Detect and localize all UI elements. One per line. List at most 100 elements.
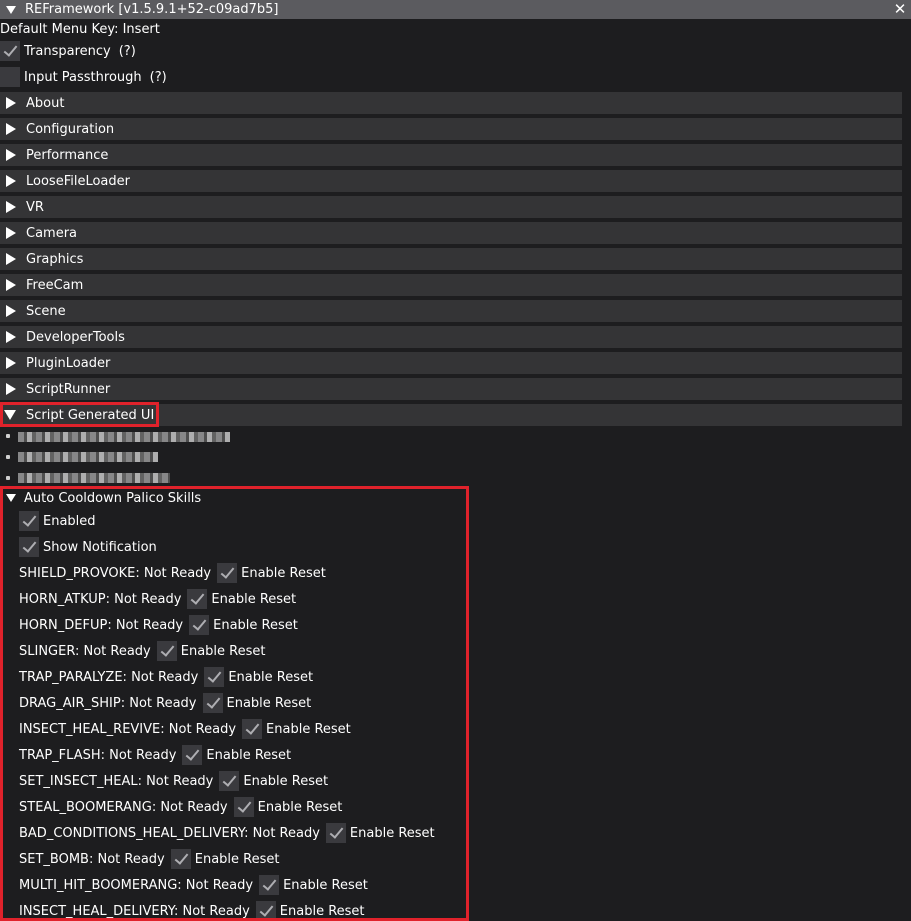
expand-arrow-icon [6, 123, 16, 135]
input-passthrough-help[interactable]: (?) [150, 70, 167, 85]
input-passthrough-checkbox[interactable] [0, 67, 20, 87]
obscured-script-item[interactable] [18, 432, 230, 442]
skill-row: HORN_DEFUP: Not Ready Enable Reset [19, 614, 298, 636]
section-freecam[interactable]: FreeCam [0, 274, 902, 296]
collapse-window-icon[interactable] [6, 5, 16, 14]
section-label: FreeCam [26, 277, 84, 293]
transparency-label: Transparency [24, 43, 111, 59]
skill-row: SET_BOMB: Not Ready Enable Reset [19, 848, 279, 870]
skill-row: INSECT_HEAL_DELIVERY: Not Ready Enable R… [19, 900, 365, 921]
section-label: Configuration [26, 121, 115, 137]
section-performance[interactable]: Performance [0, 144, 902, 166]
enable-reset-label: Enable Reset [283, 877, 368, 893]
section-script-generated-ui[interactable]: Script Generated UI [0, 404, 902, 426]
option-transparency[interactable]: Transparency (?) [0, 40, 136, 62]
section-scriptrunner[interactable]: ScriptRunner [0, 378, 902, 400]
palico-section-label: Auto Cooldown Palico Skills [24, 490, 202, 506]
enable-reset-checkbox[interactable] [217, 563, 238, 583]
section-loosefileloader[interactable]: LooseFileLoader [0, 170, 902, 192]
expand-arrow-icon [6, 331, 16, 343]
section-label: ScriptRunner [26, 381, 111, 397]
skill-row: TRAP_PARALYZE: Not Ready Enable Reset [19, 666, 313, 688]
show-notification-checkbox[interactable] [19, 537, 39, 557]
show-notification-label: Show Notification [43, 539, 157, 555]
enable-reset-label: Enable Reset [349, 825, 435, 841]
enable-reset-checkbox[interactable] [202, 693, 223, 713]
skill-status: HORN_DEFUP: Not Ready [19, 617, 184, 633]
section-graphics[interactable]: Graphics [0, 248, 902, 270]
transparency-help[interactable]: (?) [119, 44, 136, 59]
window-titlebar[interactable]: REFramework [v1.5.9.1+52-c09ad7b5] ✕ [0, 0, 911, 19]
section-label: Script Generated UI [26, 407, 155, 423]
enable-reset-checkbox[interactable] [156, 641, 177, 661]
obscured-script-item[interactable] [18, 452, 158, 462]
palico-show-notification-option[interactable]: Show Notification [19, 536, 157, 558]
expand-arrow-icon [6, 175, 16, 187]
enable-reset-checkbox[interactable] [170, 849, 191, 869]
skill-status: INSECT_HEAL_REVIVE: Not Ready [19, 721, 237, 737]
enable-reset-label: Enable Reset [266, 721, 351, 737]
skill-status: SET_BOMB: Not Ready [19, 851, 165, 867]
section-label: DeveloperTools [26, 329, 125, 345]
collapse-arrow-icon [4, 410, 16, 420]
skill-row: DRAG_AIR_SHIP: Not Ready Enable Reset [19, 692, 311, 714]
tree-bullet-icon [6, 434, 10, 438]
section-scene[interactable]: Scene [0, 300, 902, 322]
skill-row: BAD_CONDITIONS_HEAL_DELIVERY: Not Ready … [19, 822, 435, 844]
close-icon[interactable]: ✕ [893, 0, 907, 19]
expand-arrow-icon [6, 305, 16, 317]
enable-reset-checkbox[interactable] [242, 719, 263, 739]
enable-reset-label: Enable Reset [241, 565, 326, 581]
skill-status: SLINGER: Not Ready [19, 643, 151, 659]
enable-reset-checkbox[interactable] [187, 589, 208, 609]
skill-row: STEAL_BOOMERANG: Not Ready Enable Reset [19, 796, 342, 818]
palico-section-header[interactable]: Auto Cooldown Palico Skills [6, 488, 201, 508]
expand-arrow-icon [6, 227, 16, 239]
expand-arrow-icon [6, 97, 16, 109]
transparency-checkbox[interactable] [0, 41, 20, 61]
skill-status: SET_INSECT_HEAL: Not Ready [19, 773, 214, 789]
enable-reset-label: Enable Reset [257, 799, 343, 815]
expand-arrow-icon [6, 149, 16, 161]
obscured-script-item[interactable] [18, 473, 170, 483]
enabled-checkbox[interactable] [19, 511, 39, 531]
section-about[interactable]: About [0, 92, 902, 114]
skill-status: STEAL_BOOMERANG: Not Ready [19, 799, 228, 815]
enable-reset-label: Enable Reset [226, 695, 312, 711]
skill-status: TRAP_FLASH: Not Ready [19, 747, 177, 763]
skill-status: MULTI_HIT_BOOMERANG: Not Ready [19, 877, 254, 893]
section-label: Camera [26, 225, 78, 241]
expand-arrow-icon [6, 383, 16, 395]
section-label: LooseFileLoader [26, 173, 130, 189]
skill-status: BAD_CONDITIONS_HEAL_DELIVERY: Not Ready [19, 825, 320, 841]
enable-reset-checkbox[interactable] [233, 797, 254, 817]
section-pluginloader[interactable]: PluginLoader [0, 352, 902, 374]
skill-status: SHIELD_PROVOKE: Not Ready [19, 565, 212, 581]
enable-reset-checkbox[interactable] [219, 771, 240, 791]
enable-reset-checkbox[interactable] [259, 875, 280, 895]
tree-bullet-icon [6, 455, 10, 459]
enable-reset-label: Enable Reset [243, 773, 329, 789]
section-camera[interactable]: Camera [0, 222, 902, 244]
expand-arrow-icon [6, 253, 16, 265]
section-configuration[interactable]: Configuration [0, 118, 902, 140]
enable-reset-checkbox[interactable] [182, 745, 203, 765]
enable-reset-label: Enable Reset [213, 617, 298, 633]
palico-enabled-option[interactable]: Enabled [19, 510, 96, 532]
section-vr[interactable]: VR [0, 196, 902, 218]
section-developertools[interactable]: DeveloperTools [0, 326, 902, 348]
enable-reset-checkbox[interactable] [255, 901, 276, 921]
section-label: Graphics [26, 251, 84, 267]
enable-reset-checkbox[interactable] [189, 615, 210, 635]
enabled-label: Enabled [43, 513, 96, 529]
enable-reset-checkbox[interactable] [204, 667, 225, 687]
enable-reset-label: Enable Reset [194, 851, 280, 867]
option-input-passthrough[interactable]: Input Passthrough (?) [0, 66, 167, 88]
enable-reset-checkbox[interactable] [325, 823, 346, 843]
skill-row: MULTI_HIT_BOOMERANG: Not Ready Enable Re… [19, 874, 368, 896]
enable-reset-label: Enable Reset [206, 747, 292, 763]
expand-arrow-icon [6, 201, 16, 213]
expand-arrow-icon [6, 279, 16, 291]
section-label: Performance [26, 147, 109, 163]
menu-key-text: Default Menu Key: Insert [0, 21, 160, 37]
